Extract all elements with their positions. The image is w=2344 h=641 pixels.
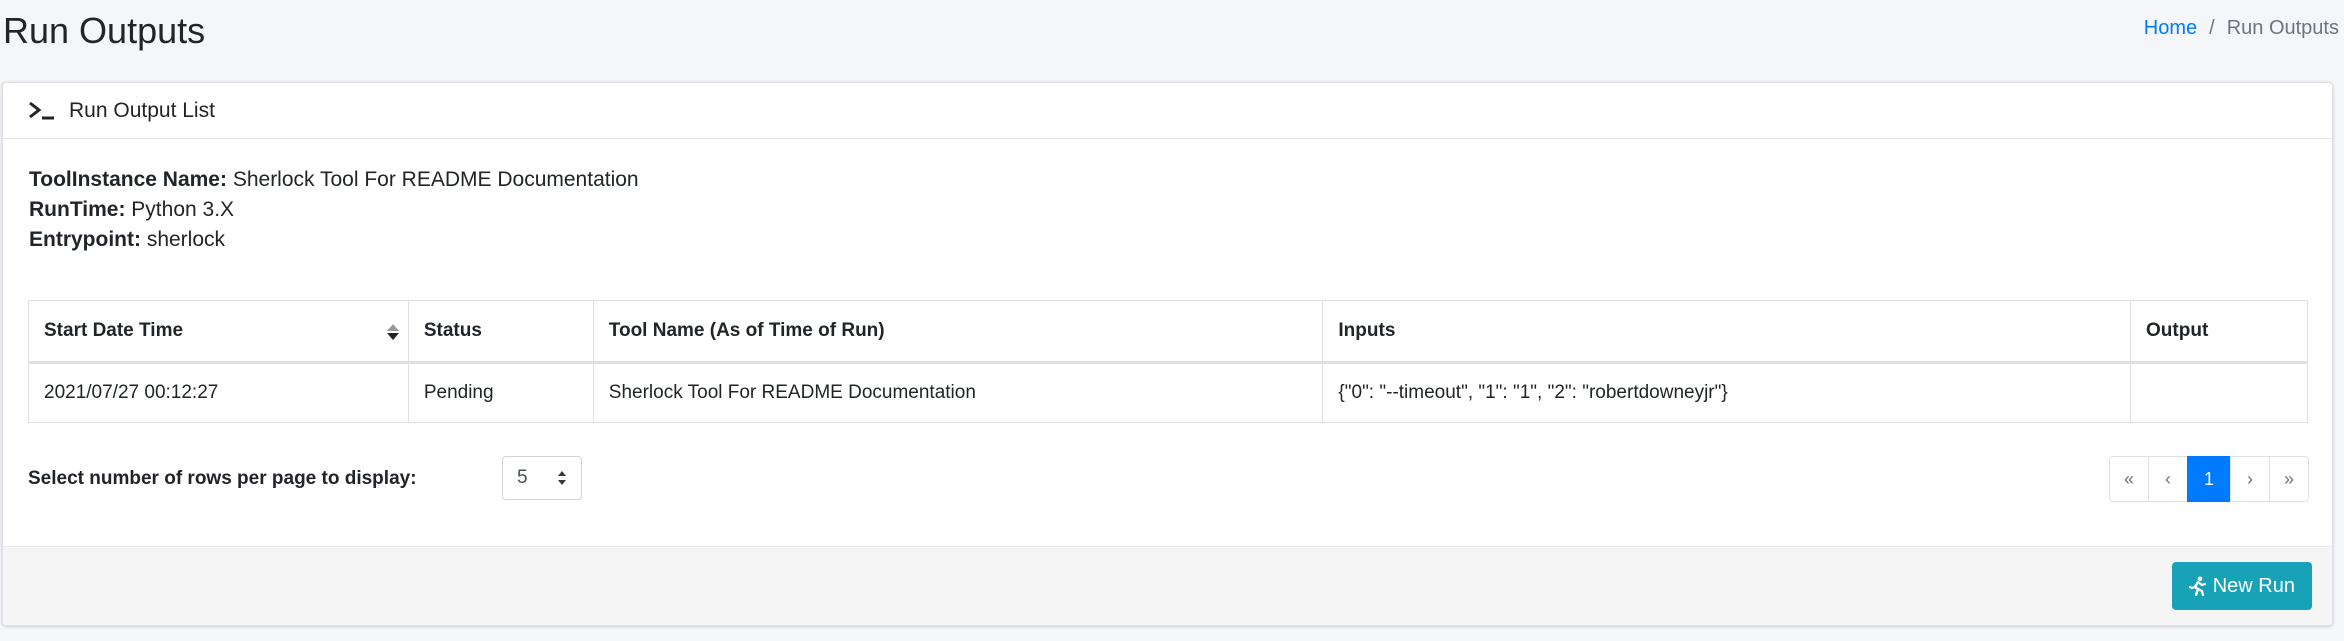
terminal-icon — [27, 99, 61, 123]
meta-value: Python 3.X — [131, 198, 235, 221]
card-header: Run Output List — [3, 83, 2332, 139]
table-header-row: Start Date Time Status Tool Name (As of … — [28, 300, 2308, 364]
card-footer: New Run — [3, 546, 2332, 625]
pagination: « ‹ 1 › » — [2109, 456, 2309, 502]
run-output-table: Start Date Time Status Tool Name (As of … — [28, 300, 2308, 423]
run-metadata: ToolInstance Name: Sherlock Tool For REA… — [29, 165, 639, 255]
pagination-first[interactable]: « — [2109, 456, 2149, 502]
new-run-label: New Run — [2212, 574, 2295, 597]
cell-start-date-time: 2021/07/27 00:12:27 — [28, 362, 409, 423]
cell-tool-name: Sherlock Tool For README Documentation — [592, 362, 1324, 423]
meta-value: sherlock — [146, 228, 226, 251]
pagination-prev[interactable]: ‹ — [2148, 456, 2188, 502]
pagination-next[interactable]: › — [2230, 456, 2270, 502]
card-title: Run Output List — [69, 98, 215, 122]
new-run-button[interactable]: New Run — [2171, 562, 2312, 610]
breadcrumb: Home / Run Outputs — [2144, 17, 2339, 40]
running-person-icon — [2188, 576, 2207, 597]
select-arrows-icon — [557, 470, 567, 486]
column-header-inputs[interactable]: Inputs — [1322, 300, 2132, 364]
sort-icon[interactable] — [386, 322, 400, 342]
column-header-output[interactable]: Output — [2130, 300, 2308, 364]
column-header-tool-name[interactable]: Tool Name (As of Time of Run) — [592, 300, 1324, 364]
rows-per-page-select[interactable]: 5 — [502, 456, 582, 500]
rows-per-page-value: 5 — [517, 467, 528, 488]
rows-per-page-label: Select number of rows per page to displa… — [28, 468, 417, 489]
meta-entrypoint: Entrypoint: sherlock — [29, 225, 639, 255]
breadcrumb-separator: / — [2209, 17, 2215, 39]
breadcrumb-home-link[interactable]: Home — [2144, 17, 2197, 40]
meta-toolinstance-name: ToolInstance Name: Sherlock Tool For REA… — [29, 165, 639, 195]
meta-label: ToolInstance Name: — [29, 168, 227, 191]
column-header-start-date-time[interactable]: Start Date Time — [28, 300, 409, 364]
table-controls: Select number of rows per page to displa… — [28, 456, 2309, 502]
page-header: Run Outputs Home / Run Outputs — [0, 0, 2344, 70]
pagination-last[interactable]: » — [2269, 456, 2309, 502]
meta-label: Entrypoint: — [29, 228, 141, 251]
cell-output — [2130, 362, 2308, 423]
meta-value: Sherlock Tool For README Documentation — [232, 168, 639, 191]
meta-runtime: RunTime: Python 3.X — [29, 195, 639, 225]
meta-label: RunTime: — [29, 198, 126, 221]
column-header-label: Start Date Time — [44, 320, 184, 341]
page-title: Run Outputs — [3, 10, 206, 51]
table-row[interactable]: 2021/07/27 00:12:27 Pending Sherlock Too… — [28, 362, 2308, 423]
column-header-status[interactable]: Status — [407, 300, 594, 364]
cell-inputs: {"0": "--timeout", "1": "1", "2": "rober… — [1322, 362, 2132, 423]
breadcrumb-current: Run Outputs — [2226, 17, 2339, 39]
pagination-page-current[interactable]: 1 — [2187, 456, 2231, 502]
cell-status: Pending — [407, 362, 594, 423]
run-output-card: Run Output List ToolInstance Name: Sherl… — [2, 82, 2333, 626]
